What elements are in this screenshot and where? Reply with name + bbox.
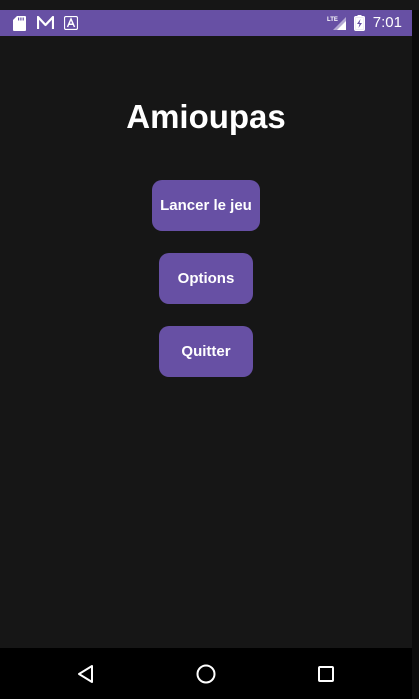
app-title: Amioupas: [126, 98, 286, 135]
screen-right-edge: [412, 10, 419, 699]
screen-top-edge: [0, 0, 419, 10]
navigation-bar: [0, 648, 412, 699]
a-notification-icon: [63, 15, 78, 31]
n-notification-icon: [36, 15, 54, 31]
start-game-button[interactable]: Lancer le jeu: [152, 180, 260, 231]
status-bar: LTE 7:01: [0, 10, 412, 36]
svg-text:LTE: LTE: [327, 17, 338, 23]
sd-card-icon: [12, 15, 26, 31]
quit-button[interactable]: Quitter: [159, 326, 253, 377]
status-time: 7:01: [372, 14, 402, 31]
home-icon[interactable]: [193, 661, 219, 687]
battery-charging-icon: [353, 15, 365, 31]
options-button[interactable]: Options: [159, 253, 253, 304]
device-screen: LTE 7:01 Amioupas Lancer le jeu Options …: [0, 0, 419, 699]
recents-icon[interactable]: [313, 661, 339, 687]
back-icon[interactable]: [73, 661, 99, 687]
lte-signal-icon: LTE: [327, 15, 347, 31]
